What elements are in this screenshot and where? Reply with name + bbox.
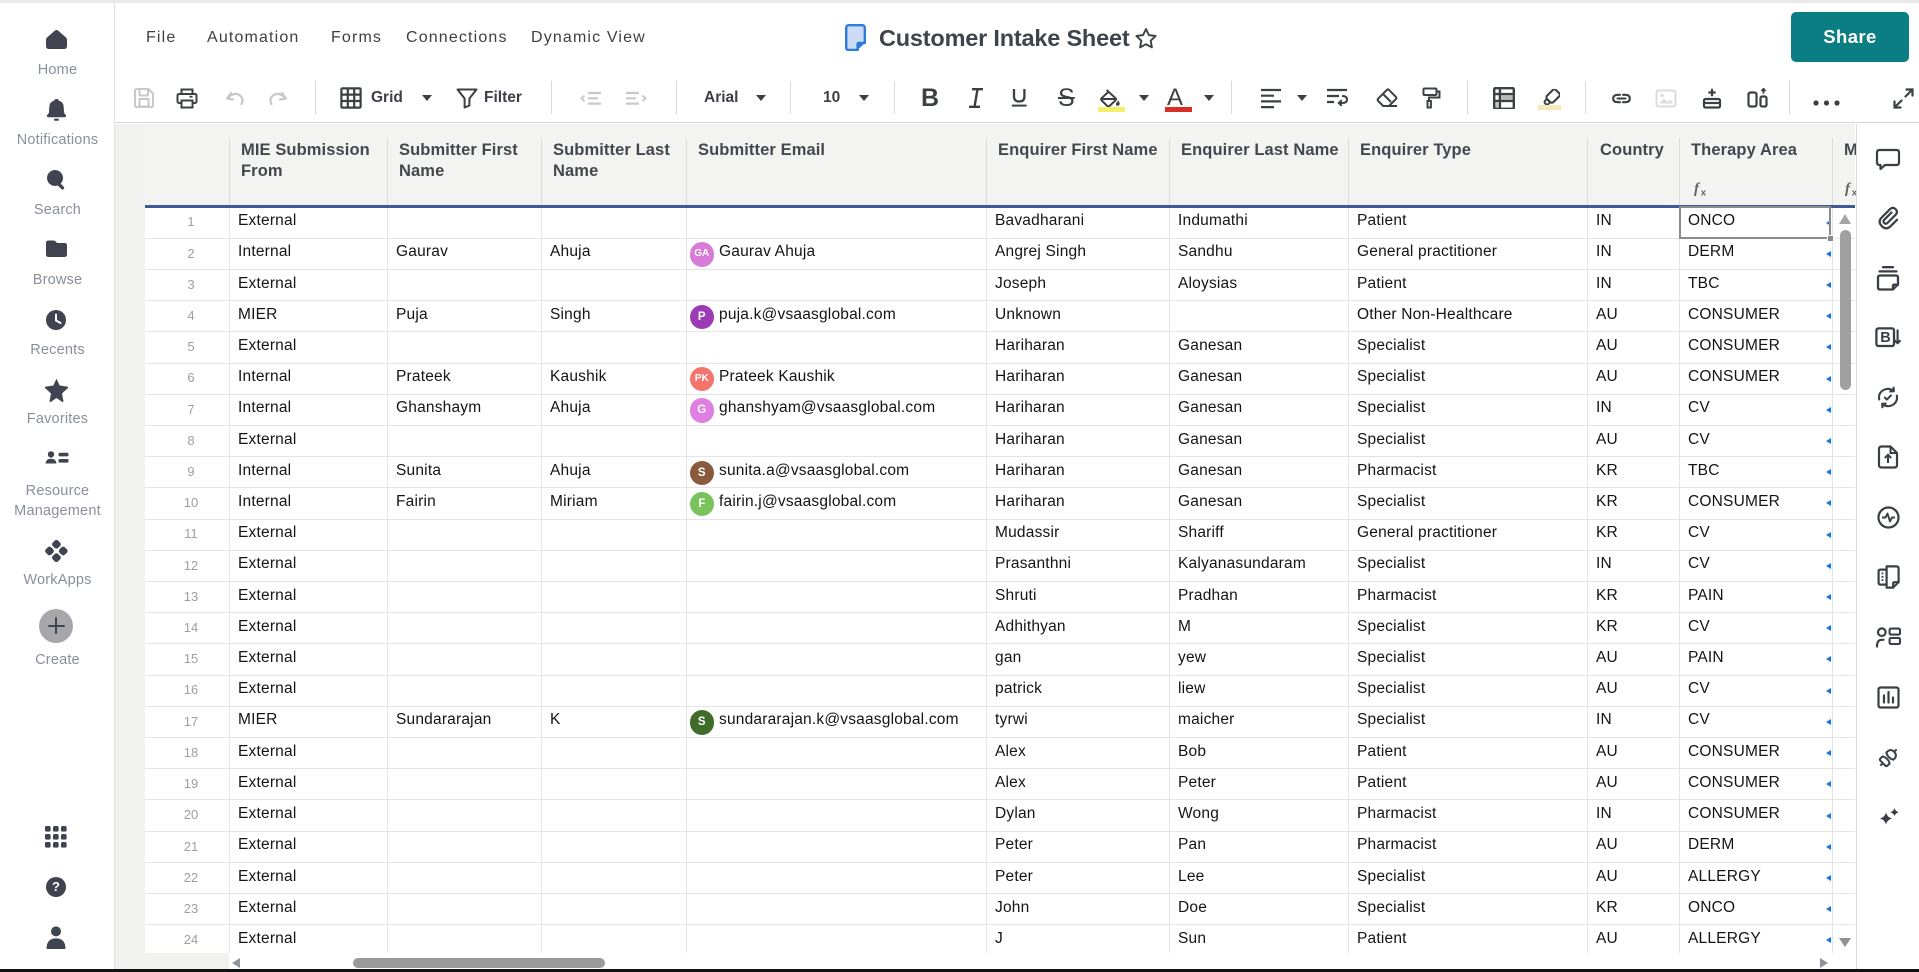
svg-text:B: B	[1880, 330, 1890, 346]
svg-text:x: x	[1701, 188, 1707, 198]
